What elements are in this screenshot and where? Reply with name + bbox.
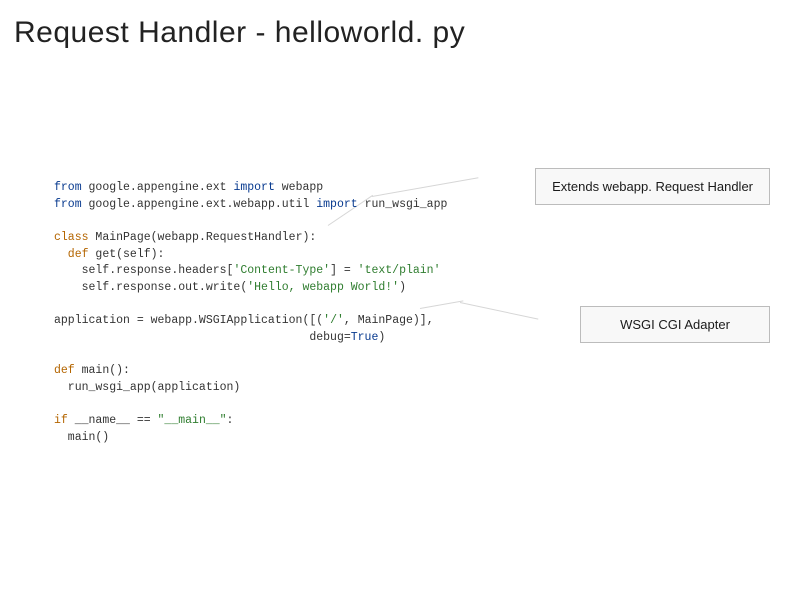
code-text: application = webapp.WSGIApplication [54, 314, 302, 327]
code-text: self.response.out.write( [54, 281, 247, 294]
callout-wsgi: WSGI CGI Adapter [580, 306, 770, 343]
string-literal: '/' [323, 314, 344, 327]
code-text: google.appengine.ext.webapp.util [82, 198, 317, 211]
slide-content: from google.appengine.ext import webapp … [0, 50, 800, 590]
code-text: ] = [330, 264, 358, 277]
code-text: (self) [116, 248, 157, 261]
code-text: ) [378, 331, 385, 344]
kw-if: if [54, 414, 68, 427]
code-text: main() [54, 431, 109, 444]
code-text: run_wsgi_app(application) [54, 381, 240, 394]
string-literal: 'Content-Type' [233, 264, 330, 277]
kw-def: def [54, 364, 75, 377]
code-text: MainPage [89, 231, 151, 244]
code-text: , MainPage)], [344, 314, 434, 327]
code-text: : [227, 414, 234, 427]
code-text: : [309, 231, 316, 244]
callout-extends: Extends webapp. Request Handler [535, 168, 770, 205]
code-text: self.response.headers[ [54, 264, 233, 277]
kw-from: from [54, 198, 82, 211]
kw-def: def [54, 248, 89, 261]
kw-class: class [54, 231, 89, 244]
code-text: : [158, 248, 165, 261]
code-text: webapp [275, 181, 323, 194]
string-literal: "__main__" [158, 414, 227, 427]
code-text: : [123, 364, 130, 377]
string-literal: 'Hello, webapp World!' [247, 281, 399, 294]
code-text: get [89, 248, 117, 261]
code-text: ) [399, 281, 406, 294]
kw-true: True [351, 331, 379, 344]
code-text: google.appengine.ext [82, 181, 234, 194]
code-text: main [75, 364, 110, 377]
code-text: __name__ == [68, 414, 158, 427]
kw-import: import [316, 198, 357, 211]
slide-title: Request Handler - helloworld. py [0, 0, 800, 50]
code-text: ([( [302, 314, 323, 327]
code-block: from google.appengine.ext import webapp … [54, 180, 447, 447]
kw-from: from [54, 181, 82, 194]
kw-import: import [233, 181, 274, 194]
code-text: () [109, 364, 123, 377]
string-literal: 'text/plain' [358, 264, 441, 277]
code-text: debug= [54, 331, 351, 344]
code-text: (webapp.RequestHandler) [151, 231, 310, 244]
code-text: run_wsgi_app [358, 198, 448, 211]
callout-leader-line [460, 302, 538, 320]
